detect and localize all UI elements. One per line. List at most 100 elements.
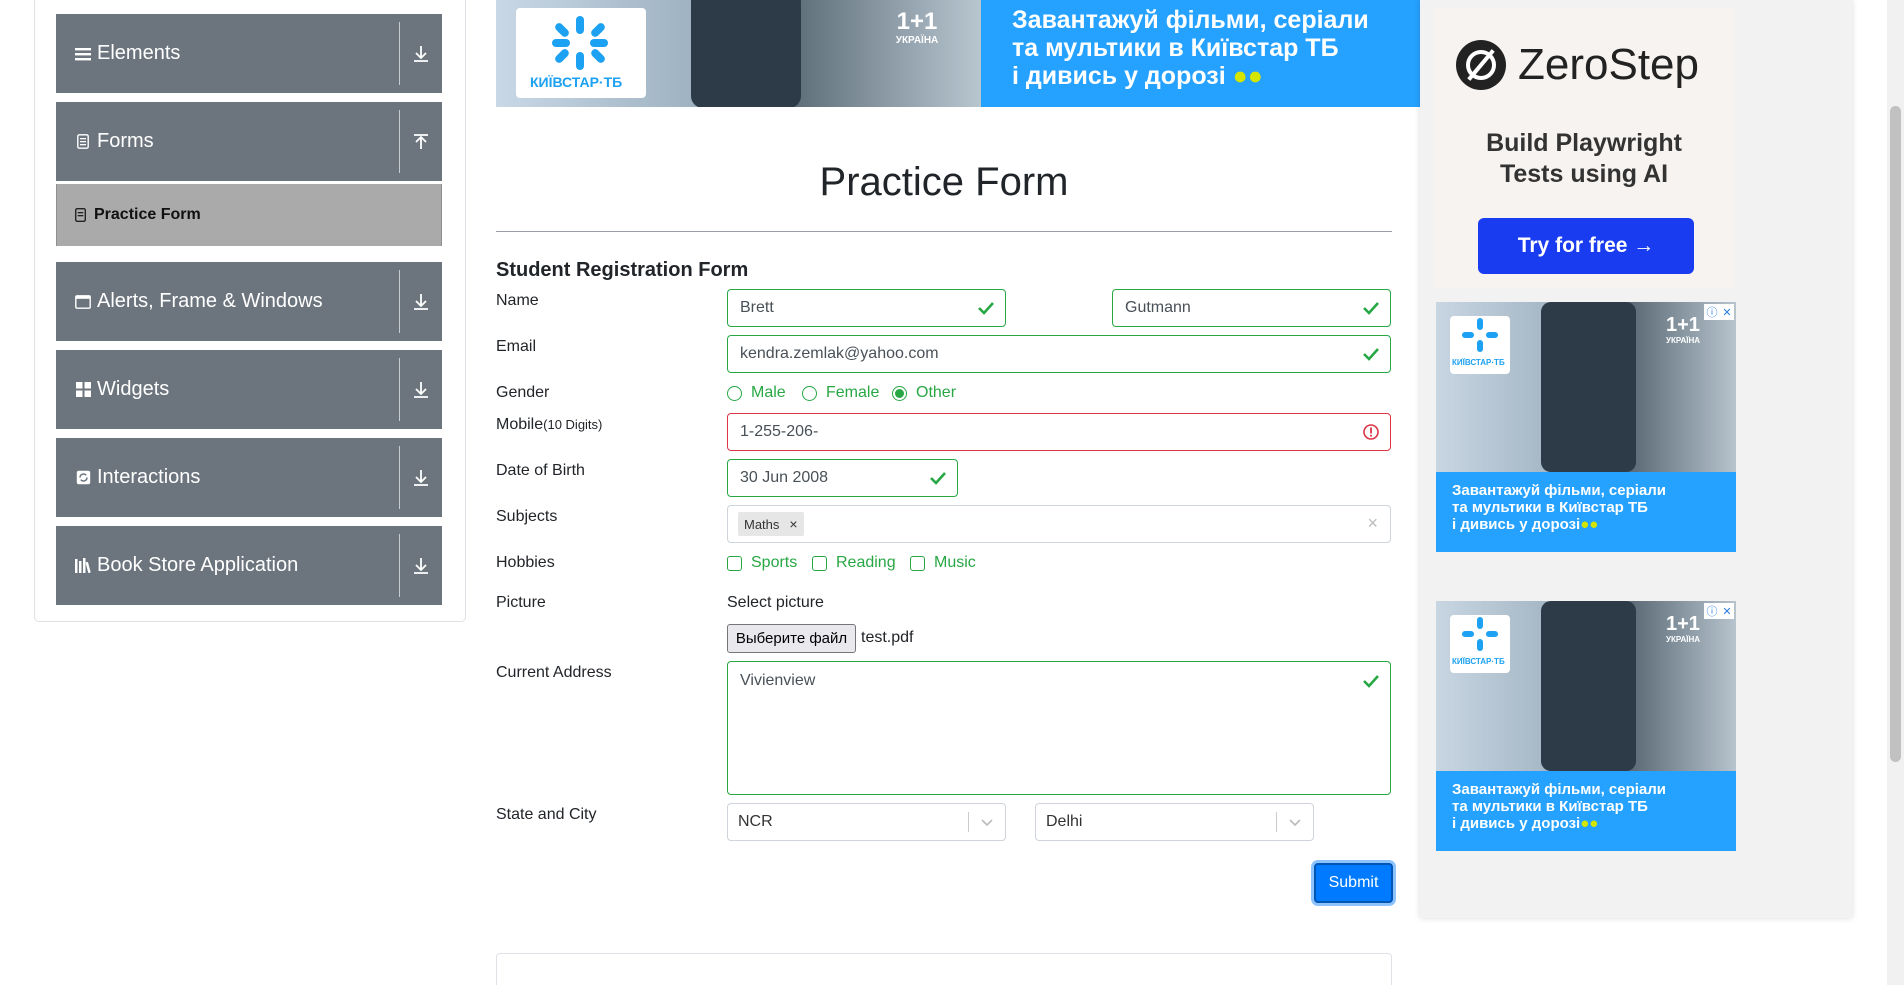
channel-logo-subtext: УКРАЇНА [1666, 635, 1701, 644]
valid-check-icon [1362, 345, 1380, 363]
channel-logo-text: 1+1 [896, 8, 938, 35]
checkbox-box[interactable] [910, 555, 925, 571]
ad-phone [691, 0, 801, 107]
kyivstar-logo: КИЇВСТАР·ТБ [1450, 316, 1510, 374]
radio-label[interactable]: Female [826, 384, 879, 402]
kyivstar-square-ad[interactable]: КИЇВСТАР·ТБ 1+1 УКРАЇНА ⓘ ✕ Завантажуй фі… [1436, 302, 1736, 552]
address-value: Vivienview [740, 672, 816, 689]
sidebar-item-practice-form[interactable]: Practice Form [56, 184, 442, 246]
checkbox-label[interactable]: Sports [751, 554, 797, 572]
email-value: kendra.zemlak@yahoo.com [740, 345, 939, 362]
subjects-input[interactable]: Maths × × [727, 505, 1391, 543]
zerostep-name: ZeroStep [1518, 40, 1699, 89]
city-select[interactable]: Delhi [1035, 803, 1314, 841]
radio-circle-selected[interactable] [892, 385, 907, 401]
gender-male-radio[interactable]: Male [727, 384, 786, 402]
radio-label[interactable]: Male [751, 384, 786, 402]
try-for-free-button[interactable]: Try for free → [1478, 218, 1694, 274]
sidebar-group-widgets[interactable]: Widgets [56, 350, 442, 429]
hobby-sports-checkbox[interactable]: Sports [727, 554, 797, 572]
divider [1276, 812, 1277, 832]
sidebar-group-elements[interactable]: Elements [56, 14, 442, 93]
remove-chip-icon[interactable]: × [789, 516, 797, 532]
checkbox-box[interactable] [812, 555, 827, 571]
kyivstar-brand-text: КИЇВСТАР·ТБ [1452, 657, 1505, 666]
ad-line: Завантажуй фільми, серіали [1012, 6, 1369, 34]
sidebar-item-label: Practice Form [94, 206, 201, 223]
sidebar-group-interactions[interactable]: Interactions [56, 438, 442, 517]
ad-info-icon[interactable]: ⓘ ✕ [1704, 304, 1734, 320]
first-name-field[interactable]: Brett [727, 289, 1006, 327]
radio-circle[interactable] [802, 385, 817, 401]
city-value: Delhi [1046, 813, 1083, 830]
submit-button[interactable]: Submit [1314, 863, 1393, 903]
kyivstar-logo: КИЇВСТАР·ТБ [1450, 615, 1510, 673]
ad-line: і дивись у дорозі●● [1452, 516, 1599, 533]
valid-check-icon [977, 299, 995, 317]
choose-file-button[interactable]: Выберите файл [727, 624, 856, 653]
vertical-scrollbar[interactable] [1887, 0, 1904, 985]
email-label: Email [496, 338, 537, 355]
current-address-textarea[interactable]: Vivienview [727, 661, 1391, 795]
valid-check-icon [1362, 299, 1380, 317]
channel-logo: 1+1 УКРАЇНА [1666, 314, 1700, 345]
chevron-down-icon[interactable] [1287, 814, 1303, 835]
zerostep-ad[interactable]: ZeroStep Build Playwright Tests using AI… [1434, 8, 1734, 288]
email-field[interactable]: kendra.zemlak@yahoo.com [727, 335, 1391, 373]
ad-info-icon[interactable]: ⓘ ✕ [1704, 603, 1734, 619]
checkbox-box[interactable] [727, 555, 742, 571]
mobile-value: 1-255-206- [740, 423, 819, 440]
sidebar-group-book-store[interactable]: Book Store Application [56, 526, 442, 605]
ad-text: Завантажуй фільми, серіали та мультики в… [1012, 6, 1369, 90]
kyivstar-logo: КИЇВСТАР·ТБ [516, 8, 646, 98]
form-icon [72, 134, 94, 149]
download-arrow-icon[interactable] [408, 293, 434, 311]
subject-chip: Maths × [738, 512, 804, 536]
ad-line: та мультики в Київстар ТБ [1452, 499, 1648, 516]
first-name-value: Brett [740, 299, 774, 316]
last-name-field[interactable]: Gutmann [1112, 289, 1391, 327]
ad-line: Завантажуй фільми, серіали [1452, 482, 1667, 499]
download-arrow-icon[interactable] [408, 45, 434, 63]
dob-label: Date of Birth [496, 462, 585, 479]
grid-icon [72, 382, 94, 397]
divider [399, 270, 400, 333]
form-icon [71, 208, 89, 222]
tagline-line: Build Playwright [1486, 129, 1682, 157]
mobile-label: Mobile(10 Digits) [496, 416, 602, 434]
radio-circle[interactable] [727, 385, 742, 401]
state-value: NCR [738, 813, 773, 830]
date-of-birth-input[interactable]: 30 Jun 2008 [727, 459, 958, 497]
right-ad-column: ZeroStep Build Playwright Tests using AI… [1420, 0, 1852, 918]
download-arrow-icon[interactable] [408, 381, 434, 399]
chevron-down-icon[interactable] [979, 814, 995, 835]
state-select[interactable]: NCR [727, 803, 1006, 841]
clear-icon[interactable]: × [1367, 513, 1378, 534]
channel-logo-text: 1+1 [1666, 613, 1700, 635]
hobby-music-checkbox[interactable]: Music [910, 554, 976, 572]
upload-arrow-icon[interactable] [408, 133, 434, 151]
checkbox-label[interactable]: Music [934, 554, 976, 572]
hobby-reading-checkbox[interactable]: Reading [812, 554, 896, 572]
gender-female-radio[interactable]: Female [802, 384, 879, 402]
top-banner-ad[interactable]: КИЇВСТАР·ТБ 1+1 УКРАЇНА Завантажуй фільм… [496, 0, 1420, 107]
kyivstar-brand-text: КИЇВСТАР·ТБ [1452, 358, 1505, 367]
mobile-field[interactable]: 1-255-206- [727, 413, 1391, 451]
scrollbar-thumb[interactable] [1890, 106, 1901, 762]
divider [496, 231, 1392, 232]
sidebar-group-label: Forms [97, 130, 154, 152]
gender-other-radio[interactable]: Other [892, 384, 956, 402]
kyivstar-brand-text: КИЇВСТАР·ТБ [530, 74, 623, 90]
sidebar-group-forms[interactable]: Forms [56, 102, 442, 181]
download-arrow-icon[interactable] [408, 557, 434, 575]
checkbox-label[interactable]: Reading [836, 554, 896, 572]
kyivstar-square-ad[interactable]: КИЇВСТАР·ТБ 1+1 УКРАЇНА ⓘ ✕ Завантажуй фі… [1436, 601, 1736, 851]
download-arrow-icon[interactable] [408, 469, 434, 487]
ad-phone [1541, 302, 1636, 472]
sidebar-group-alerts[interactable]: Alerts, Frame & Windows [56, 262, 442, 341]
mobile-hint: (10 Digits) [543, 417, 603, 432]
sidebar-group-label: Book Store Application [97, 554, 299, 576]
mobile-label-text: Mobile [496, 416, 544, 433]
radio-label[interactable]: Other [916, 384, 956, 402]
error-icon [1362, 423, 1380, 441]
